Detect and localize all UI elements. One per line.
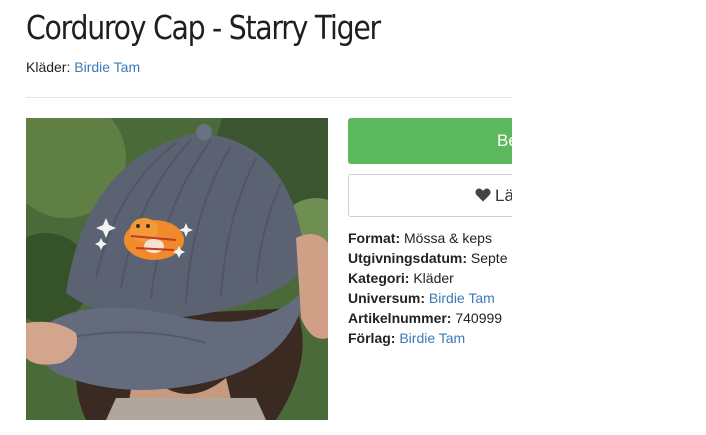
product-image[interactable] [26,118,328,420]
wishlist-button-label: Lä [495,186,512,205]
product-page: Corduroy Cap - Starry Tiger Kläder: Bird… [0,0,512,435]
category-label: Kläder: [26,59,71,75]
spec-value: Mössa & keps [404,230,492,246]
product-title: Corduroy Cap - Starry Tiger [26,8,381,47]
heart-icon [475,176,491,217]
brand-link[interactable]: Birdie Tam [74,59,140,75]
spec-label: Artikelnummer: [348,310,452,326]
divider [26,97,512,98]
buy-button-label: Be [497,131,512,150]
publisher-link[interactable]: Birdie Tam [399,330,465,346]
spec-format: Format: Mössa & keps [348,228,507,248]
spec-label: Förlag: [348,330,396,346]
spec-value: Kläder [413,270,454,286]
product-specs: Format: Mössa & keps Utgivningsdatum: Se… [348,228,507,348]
spec-value: Septe [470,250,508,266]
spec-article-number: Artikelnummer: 740999 [348,308,507,328]
universe-link[interactable]: Birdie Tam [429,290,495,306]
spec-label: Universum: [348,290,426,306]
cap-photo [26,118,328,420]
spec-label: Kategori: [348,270,410,286]
wishlist-button[interactable]: Lä [348,174,512,217]
spec-value: 740999 [455,310,503,326]
spec-publisher: Förlag: Birdie Tam [348,328,507,348]
product-category-line: Kläder: Birdie Tam [26,59,140,75]
spec-release-date: Utgivningsdatum: Septe [348,248,507,268]
spec-label: Format: [348,230,401,246]
buy-button[interactable]: Be [348,118,512,164]
spec-label: Utgivningsdatum: [348,250,467,266]
spec-category: Kategori: Kläder [348,268,507,288]
spec-universe: Universum: Birdie Tam [348,288,507,308]
